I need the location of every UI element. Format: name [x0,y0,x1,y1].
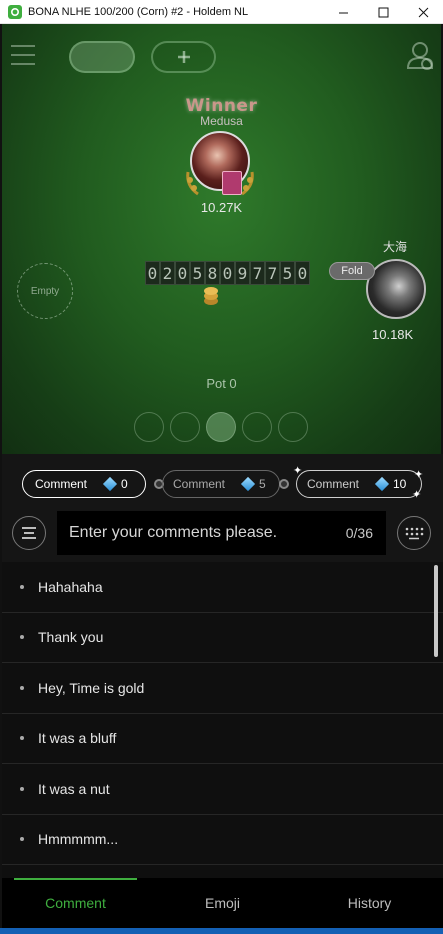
bullet-icon [20,685,24,690]
bullet-icon [20,736,24,741]
winner-label: Winner [185,96,258,116]
list-icon [22,527,36,539]
window-titlebar: BONA NLHE 100/200 (Corn) #2 - Holdem NL [0,0,443,24]
lobby-toggle-button[interactable] [69,41,135,73]
quick-comment-item[interactable]: Hey, Time is gold [2,663,443,714]
seat-indicator [242,412,272,442]
empty-seat-label: Empty [30,285,60,297]
tab-comment[interactable]: Comment [2,878,149,928]
sparkle-icon: ✦ [412,489,422,501]
quick-comment-text: Thank you [38,629,104,646]
board-digit: 0 [145,261,160,285]
seat-indicator [170,412,200,442]
comment-tier-free[interactable]: Comment 0 [22,470,146,498]
winner-name: Medusa [200,114,243,128]
opponent-name: 大海 [383,240,408,254]
tab-emoji[interactable]: Emoji [149,878,296,928]
quick-comment-item[interactable]: Thank you [2,613,443,663]
fold-badge: Fold [329,262,375,280]
tier-cost: 10 [393,477,407,491]
add-table-button[interactable] [151,41,216,73]
window-title: BONA NLHE 100/200 (Corn) #2 - Holdem NL [28,5,249,18]
tier-cost: 5 [259,477,266,491]
pot-label: Pot 0 [206,376,237,391]
sparkle-icon: ✦ [293,465,303,477]
seat-indicator [278,412,308,442]
tier-label: Comment [307,477,360,491]
tier-label: Comment [173,477,226,491]
comment-tier-10[interactable]: Comment 10 [296,470,422,498]
quick-comment-item[interactable]: It was a bluff [2,714,443,764]
comment-input-box: 0/36 [57,511,386,555]
quick-comment-item[interactable]: It was a nut [2,764,443,815]
bottom-tab-bar: Comment Emoji History [2,878,443,928]
tier-divider-dot [279,479,289,489]
comment-list-scrollbar[interactable] [434,565,438,657]
tab-history-label: History [347,895,392,911]
board-digit: 0 [175,261,190,285]
board-digit: 5 [190,261,205,285]
tab-history[interactable]: History [296,878,443,928]
keyboard-icon [405,527,424,540]
comment-list-toggle-button[interactable] [12,516,46,550]
board-digit: 7 [265,261,280,285]
board-digit: 7 [250,261,265,285]
board-digit: 5 [280,261,295,285]
app-logo-icon [8,4,22,19]
minimize-button[interactable] [323,0,363,24]
sparkle-icon: ✦ [414,469,424,481]
maximize-button[interactable] [363,0,403,24]
board-digit: 2 [160,261,175,285]
menu-icon[interactable] [10,44,36,66]
quick-comment-text: Hahahaha [38,578,103,595]
quick-comment-item[interactable]: Hahahaha [2,562,443,613]
quick-comment-text: It was a bluff [38,730,117,747]
quick-comment-text: It was a nut [38,780,110,797]
tab-comment-label: Comment [45,895,106,911]
board-digit: 0 [295,261,310,285]
board-digit: 0 [220,261,235,285]
laurel-icon [186,171,254,196]
tier-label: Comment [35,477,88,491]
plus-icon [177,51,190,63]
chip-stack-icon [204,287,218,305]
board-digit: 9 [235,261,250,285]
close-icon [418,7,428,17]
tab-emoji-label: Emoji [204,895,240,911]
bullet-icon [20,584,24,589]
seat-indicators [134,412,308,442]
quick-comment-text: Hey, Time is gold [38,679,145,696]
profile-icon[interactable] [405,40,435,72]
bullet-icon [20,635,24,640]
keyboard-button[interactable] [397,516,431,550]
char-count: 0/36 [345,525,373,541]
quick-comment-text: Hmmmmm... [38,831,119,848]
board-display: 0 2 0 5 8 0 9 7 7 5 0 [145,261,310,287]
seat-indicator [134,412,164,442]
diamond-icon [240,476,256,492]
bullet-icon [20,837,24,842]
bullet-icon [20,786,24,791]
seat-indicator [206,412,236,442]
comment-input[interactable] [57,511,346,555]
tier-cost: 0 [121,477,128,491]
opponent-stack: 10.18K [372,327,414,342]
empty-seat[interactable]: Empty [17,263,73,319]
winner-stack: 10.27K [200,200,243,215]
opponent-avatar[interactable] [366,259,426,319]
window-controls [323,0,443,24]
maximize-icon [378,7,388,17]
board-digit: 8 [205,261,220,285]
minimize-icon [338,12,348,13]
quick-comment-item[interactable]: Hmmmmm... [2,815,443,865]
card-back-icon [222,171,242,195]
taskbar-strip [0,928,443,934]
diamond-icon [374,476,390,492]
close-button[interactable] [403,0,443,24]
comment-tier-5[interactable]: Comment 5 [162,470,280,498]
diamond-icon [102,476,118,492]
quick-comment-list: Hahahaha Thank you Hey, Time is gold It … [2,562,443,878]
